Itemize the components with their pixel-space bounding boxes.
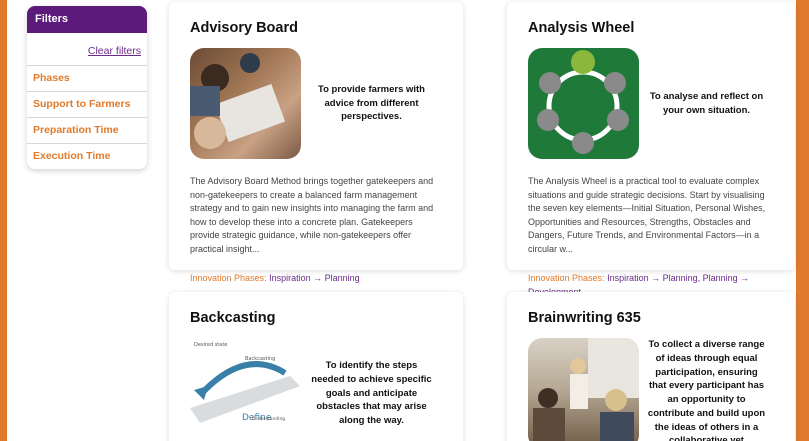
backcast-label-desired: Desired state	[194, 342, 227, 348]
phases-label: Innovation Phases:	[190, 273, 267, 283]
card-summary: To identify the steps needed to achieve …	[311, 360, 432, 427]
card-description: The Analysis Wheel is a practical tool t…	[528, 176, 766, 254]
method-card-analysis-wheel[interactable]: Analysis Wheel To analyse and reflect on…	[507, 2, 795, 297]
card-title[interactable]: Brainwriting 635	[528, 310, 774, 326]
method-card-brainwriting-635[interactable]: Brainwriting 635 To collect a diverse ra…	[507, 292, 795, 441]
card-summary: To collect a diverse range of ideas thro…	[647, 339, 766, 441]
clear-filters-row: Clear filters	[27, 33, 147, 66]
card-summary: To provide farmers with advice from diff…	[318, 83, 425, 123]
backcast-label-understanding: Understanding	[252, 416, 285, 422]
filter-preparation-time[interactable]: Preparation Time	[27, 118, 147, 144]
method-card-advisory-board[interactable]: Advisory Board To provide farmers with a…	[169, 2, 463, 283]
phases-value: Inspiration → Planning	[269, 273, 360, 283]
advisory-board-image	[190, 48, 301, 159]
clear-filters-link[interactable]: Clear filters	[88, 45, 141, 57]
card-phases: Innovation Phases: Inspiration → Plannin…	[190, 272, 442, 286]
card-description: The Advisory Board Method brings togethe…	[190, 176, 434, 254]
analysis-wheel-image	[528, 48, 639, 159]
filter-execution-time[interactable]: Execution Time	[27, 144, 147, 169]
backcast-label-backcasting: Backcasting	[245, 356, 275, 362]
right-orange-border	[796, 0, 809, 441]
method-card-backcasting[interactable]: Backcasting Desired state Backcasting De…	[169, 292, 463, 441]
filters-title: Filters	[27, 6, 147, 33]
card-title[interactable]: Backcasting	[190, 310, 442, 326]
card-title[interactable]: Analysis Wheel	[528, 20, 774, 36]
card-summary: To analyse and reflect on your own situa…	[649, 90, 764, 116]
filter-phases[interactable]: Phases	[27, 66, 147, 92]
backcasting-image: Desired state Backcasting Define Underst…	[190, 338, 301, 441]
filters-panel: Filters Clear filters Phases Support to …	[27, 6, 147, 169]
filter-support-to-farmers[interactable]: Support to Farmers	[27, 92, 147, 118]
brainwriting-image	[528, 338, 639, 441]
phases-label: Innovation Phases:	[528, 273, 605, 283]
card-title[interactable]: Advisory Board	[190, 20, 442, 36]
left-orange-border	[0, 0, 7, 441]
